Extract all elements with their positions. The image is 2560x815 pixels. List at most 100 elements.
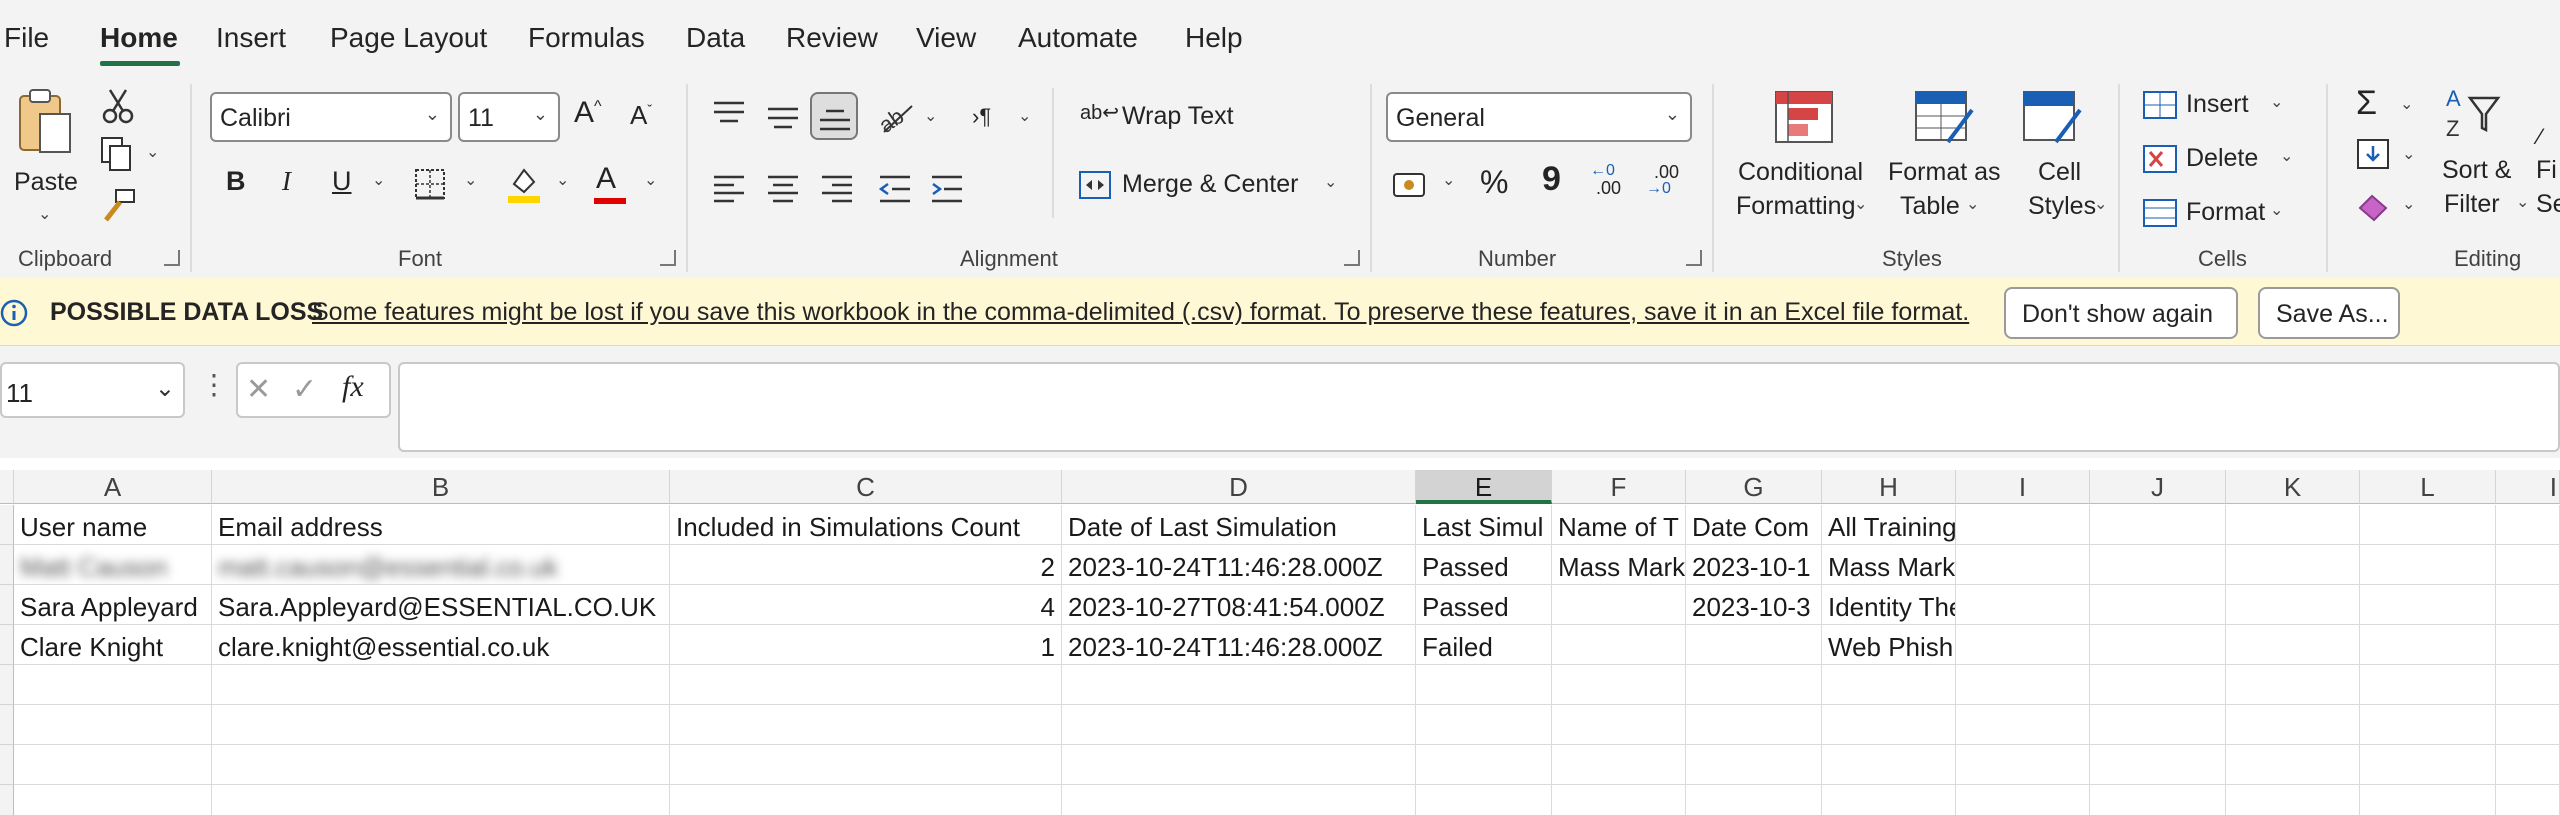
grid-cell[interactable] — [2090, 505, 2226, 545]
font-size-select[interactable]: 11 ⌄ — [458, 92, 560, 142]
grid-cell[interactable] — [2226, 745, 2360, 785]
grid-cell[interactable] — [1956, 705, 2090, 745]
grid-cell[interactable] — [1552, 745, 1686, 785]
grid-cell[interactable] — [1416, 665, 1552, 705]
cell-styles-button[interactable]: Cell Styles ⌄ — [2016, 88, 2107, 228]
fill-color-icon[interactable] — [506, 164, 542, 204]
grid-cell[interactable] — [2360, 785, 2496, 815]
grid-cell[interactable] — [670, 705, 1062, 745]
grid-cell[interactable] — [14, 745, 212, 785]
grid-cell[interactable] — [2226, 585, 2360, 625]
grid-cell[interactable] — [1686, 665, 1822, 705]
grid-cell[interactable] — [670, 785, 1062, 815]
grid-cell[interactable] — [1062, 785, 1416, 815]
grid-cell[interactable] — [14, 705, 212, 745]
formula-input[interactable] — [398, 362, 2560, 452]
column-header-i[interactable]: I — [1956, 470, 2090, 504]
copy-icon[interactable] — [98, 136, 138, 172]
tab-automate[interactable]: Automate — [1018, 22, 1138, 54]
chevron-down-icon[interactable]: ⌄ — [556, 170, 569, 190]
grid-cell[interactable] — [2226, 545, 2360, 585]
grid-cell[interactable] — [212, 665, 670, 705]
grid-cell[interactable] — [1956, 625, 2090, 665]
grid-cell[interactable]: 2023-10-1 — [1686, 545, 1822, 585]
grid-cell[interactable] — [1686, 785, 1822, 815]
cancel-icon[interactable]: ✕ — [246, 372, 271, 407]
grid-cell[interactable] — [1552, 585, 1686, 625]
delete-cells-button[interactable]: Delete ⌄ — [2142, 140, 2293, 180]
alignment-dialog-launcher[interactable] — [1344, 250, 1360, 266]
grid-cell[interactable] — [1686, 625, 1822, 665]
increase-decimal-button[interactable]: ←0 .00 — [1590, 162, 1636, 204]
grid-cell[interactable] — [670, 665, 1062, 705]
grid-cell[interactable]: Date of Last Simulation — [1062, 505, 1416, 545]
grid-cell[interactable] — [2090, 745, 2226, 785]
format-painter-icon[interactable] — [98, 188, 138, 224]
grid-cell[interactable] — [14, 665, 212, 705]
grid-cell[interactable] — [2360, 545, 2496, 585]
grid-cell[interactable]: Name of T — [1552, 505, 1686, 545]
grid-cell[interactable] — [1822, 785, 1956, 815]
grid-cell[interactable] — [1822, 745, 1956, 785]
font-family-select[interactable]: Calibri ⌄ — [210, 92, 452, 142]
borders-icon[interactable] — [414, 168, 446, 200]
column-header-a[interactable]: A — [14, 470, 212, 504]
row-header[interactable] — [0, 705, 14, 745]
accounting-format-icon[interactable] — [1392, 170, 1428, 200]
grid-cell[interactable]: All Trainings — [1822, 505, 1956, 545]
column-header-h[interactable]: H — [1822, 470, 1956, 504]
grid-cell[interactable]: Web Phishing — [1822, 625, 1956, 665]
grid-cell[interactable]: matt.causon@essential.co.uk — [212, 545, 670, 585]
align-bottom-button[interactable] — [810, 92, 858, 140]
grid-cell[interactable] — [2226, 785, 2360, 815]
chevron-down-icon[interactable]: ⌄ — [372, 170, 385, 190]
format-as-table-button[interactable]: Format as Table ⌄ — [1886, 88, 2004, 228]
grid-cell[interactable] — [2360, 705, 2496, 745]
bold-button[interactable]: B — [226, 166, 246, 197]
row-header[interactable] — [0, 745, 14, 785]
decrease-decimal-button[interactable]: .00 →0 — [1646, 162, 1692, 204]
italic-button[interactable]: I — [282, 166, 291, 197]
grid-cell[interactable]: Matt Causon — [14, 545, 212, 585]
name-box[interactable]: 11 ⌄ — [0, 362, 185, 418]
more-options-icon[interactable]: ⋮ — [200, 368, 228, 401]
grid-cell[interactable] — [1956, 745, 2090, 785]
grid-cell[interactable]: 2 — [670, 545, 1062, 585]
row-header[interactable] — [0, 625, 14, 665]
grid-cell[interactable] — [2496, 705, 2560, 745]
grid-cell[interactable] — [2226, 625, 2360, 665]
grid-cell[interactable] — [1956, 585, 2090, 625]
grid-cell[interactable] — [1062, 705, 1416, 745]
grid-cell[interactable] — [1552, 665, 1686, 705]
column-header-d[interactable]: D — [1062, 470, 1416, 504]
grid-cell[interactable]: Date Com — [1686, 505, 1822, 545]
column-header-f[interactable]: F — [1552, 470, 1686, 504]
tab-page-layout[interactable]: Page Layout — [330, 22, 487, 54]
grow-font-button[interactable]: A^ — [574, 96, 602, 130]
grid-cell[interactable] — [2496, 585, 2560, 625]
grid-cell[interactable] — [2090, 785, 2226, 815]
grid-cell[interactable]: Mass Market Phishing - Amazon Gift Card — [1822, 545, 1956, 585]
tab-help[interactable]: Help — [1185, 22, 1243, 54]
grid-cell[interactable] — [1686, 745, 1822, 785]
increase-indent-icon[interactable] — [930, 174, 964, 204]
grid-cell[interactable] — [2226, 505, 2360, 545]
grid-cell[interactable] — [2360, 745, 2496, 785]
insert-function-button[interactable]: fx — [342, 370, 364, 404]
grid-cell[interactable]: 1 — [670, 625, 1062, 665]
grid-cell[interactable]: User name — [14, 505, 212, 545]
chevron-down-icon[interactable]: ⌄ — [1442, 170, 1455, 190]
chevron-down-icon[interactable]: ⌄ — [924, 106, 937, 126]
grid-cell[interactable] — [2090, 625, 2226, 665]
chevron-down-icon[interactable]: ⌄ — [2402, 194, 2415, 214]
grid-cell[interactable] — [2496, 785, 2560, 815]
grid-cell[interactable]: 2023-10-27T08:41:54.000Z — [1062, 585, 1416, 625]
align-top-icon[interactable] — [712, 100, 746, 126]
grid-cell[interactable]: Passed — [1416, 545, 1552, 585]
dont-show-again-button[interactable]: Don't show again — [2004, 287, 2238, 339]
align-center-icon[interactable] — [766, 174, 800, 204]
message-text[interactable]: Some features might be lost if you save … — [312, 298, 1969, 327]
merge-center-button[interactable]: Merge & Center ⌄ — [1076, 164, 1346, 206]
grid-cell[interactable] — [2090, 585, 2226, 625]
row-header[interactable] — [0, 505, 14, 545]
